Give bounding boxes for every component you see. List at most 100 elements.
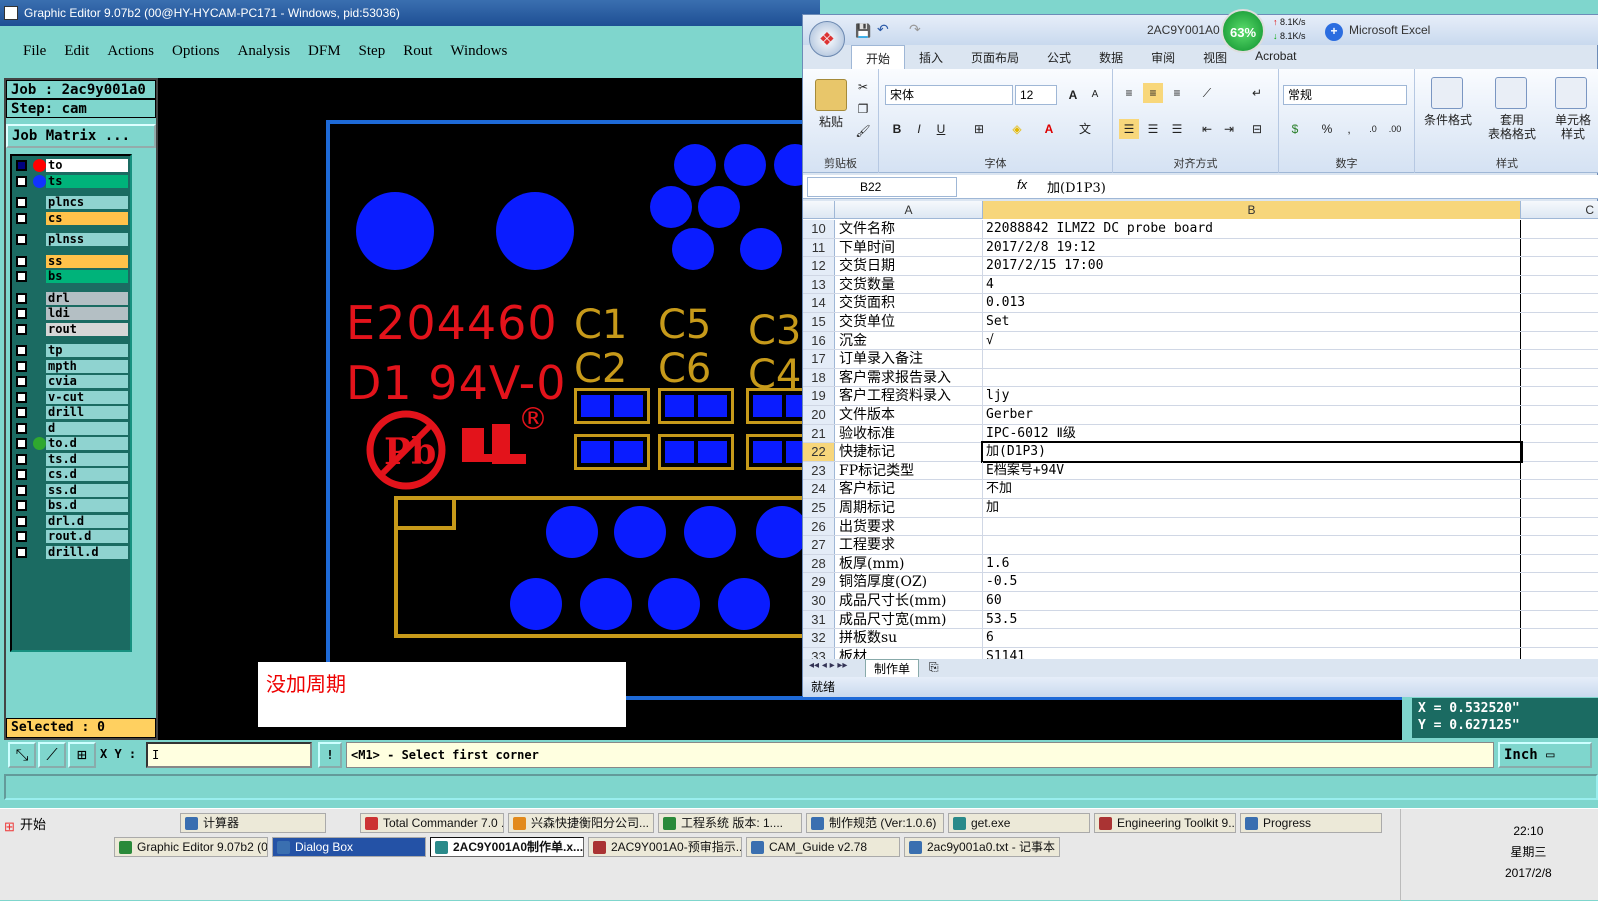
decrease-indent-icon[interactable]: ⇤ <box>1197 119 1217 139</box>
row-header[interactable]: 10 <box>803 220 835 238</box>
tab-home[interactable]: 开始 <box>851 45 906 69</box>
layer-row-drl.d[interactable]: drl.d <box>14 514 128 530</box>
taskbar-button[interactable]: Total Commander 7.0 ... <box>360 813 504 833</box>
layer-row-mpth[interactable]: mpth <box>14 359 128 375</box>
menu-file[interactable]: File <box>14 43 55 60</box>
taskbar-button[interactable]: Engineering Toolkit 9.... <box>1094 813 1236 833</box>
layer-checkbox[interactable] <box>16 255 27 267</box>
layer-row-drill[interactable]: drill <box>14 405 128 421</box>
layer-name[interactable]: bs.d <box>46 499 128 512</box>
tab-acrobat[interactable]: Acrobat <box>1241 45 1310 69</box>
name-box[interactable]: B22 <box>807 177 957 197</box>
menu-dfm[interactable]: DFM <box>299 43 350 60</box>
align-right-icon[interactable]: ☰ <box>1167 119 1187 139</box>
layer-checkbox[interactable] <box>16 308 27 320</box>
layer-name[interactable]: to <box>46 159 128 172</box>
col-header-c[interactable]: C <box>1521 201 1598 219</box>
layer-name[interactable]: plnss <box>46 233 128 246</box>
increase-decimal-icon[interactable]: .0 <box>1363 119 1383 139</box>
cell-b[interactable]: 加(D1P3) <box>981 441 1523 463</box>
cell-a[interactable]: 出货要求 <box>835 517 983 536</box>
layer-name[interactable]: to.d <box>46 437 128 450</box>
layer-checkbox[interactable] <box>16 515 27 527</box>
cell-a[interactable]: 交货面积 <box>835 294 983 312</box>
layer-checkbox[interactable] <box>16 345 27 357</box>
decrease-decimal-icon[interactable]: .00 <box>1385 119 1405 139</box>
row-header[interactable]: 14 <box>803 294 835 312</box>
cell-a[interactable]: 文件名称 <box>835 220 983 238</box>
cell-b[interactable]: IPC-6012 Ⅱ级 <box>983 424 1521 443</box>
layer-checkbox[interactable] <box>16 212 27 224</box>
menu-analysis[interactable]: Analysis <box>229 43 300 60</box>
layer-name[interactable]: tp <box>46 344 128 357</box>
cell-a[interactable]: 工程要求 <box>835 536 983 554</box>
cell-a[interactable]: 快捷标记 <box>835 443 983 461</box>
spreadsheet-grid[interactable]: A B C 10 文件名称 22088842 ILMZ2 DC probe boar… <box>803 201 1598 661</box>
layer-row-drill.d[interactable]: drill.d <box>14 545 128 561</box>
merge-icon[interactable]: ⊟ <box>1247 119 1267 139</box>
layer-row-to[interactable]: to <box>14 158 128 174</box>
taskbar-button[interactable]: 2AC9Y001A0制作单.x... <box>430 837 584 857</box>
layer-checkbox[interactable] <box>16 422 27 434</box>
taskbar-button[interactable]: Graphic Editor 9.07b2 (0... <box>114 837 268 857</box>
cell-a[interactable]: 下单时间 <box>835 238 983 257</box>
row-header[interactable]: 25 <box>803 499 835 517</box>
layer-row-rout.d[interactable]: rout.d <box>14 529 128 545</box>
layer-checkbox[interactable] <box>16 500 27 512</box>
formula-input[interactable]: 加(D1P3) <box>1047 177 1106 196</box>
row-header[interactable]: 31 <box>803 610 835 629</box>
row-header[interactable]: 11 <box>803 238 835 257</box>
layer-name[interactable]: d <box>46 421 128 435</box>
layer-name[interactable]: ts.d <box>46 452 128 466</box>
measure-icon[interactable]: ⟋ <box>38 742 66 768</box>
layer-name[interactable]: cs <box>46 211 128 225</box>
units-selector[interactable]: Inch ▭ <box>1498 742 1592 768</box>
layer-checkbox[interactable] <box>16 360 27 372</box>
currency-icon[interactable]: $ <box>1285 119 1305 139</box>
layer-checkbox[interactable] <box>16 271 27 283</box>
fx-icon[interactable]: fx <box>1017 177 1027 192</box>
layer-name[interactable]: v-cut <box>46 390 128 404</box>
format-painter-icon[interactable]: 🖌 <box>853 121 873 141</box>
increase-indent-icon[interactable]: ⇥ <box>1219 119 1239 139</box>
cell-b[interactable]: 不加 <box>983 480 1521 498</box>
layer-checkbox[interactable] <box>16 407 27 419</box>
copy-icon[interactable]: ❐ <box>853 99 873 119</box>
taskbar-button[interactable]: 兴森快捷衡阳分公司... <box>508 813 654 833</box>
layer-checkbox[interactable] <box>16 323 27 335</box>
tab-page-layout[interactable]: 页面布局 <box>957 45 1033 69</box>
comma-icon[interactable]: , <box>1339 119 1359 139</box>
layer-row-bs[interactable]: bs <box>14 269 128 285</box>
menu-edit[interactable]: Edit <box>55 43 98 60</box>
font-name-select[interactable]: 宋体 <box>885 85 1013 105</box>
cell-a[interactable]: 拼板数su <box>835 629 983 647</box>
tab-formulas[interactable]: 公式 <box>1033 45 1085 69</box>
grow-font-icon[interactable]: A <box>1063 85 1083 105</box>
layer-row-cs.d[interactable]: cs.d <box>14 467 128 483</box>
cell-a[interactable]: 铜箔厚度(OZ) <box>835 573 983 591</box>
tab-view[interactable]: 视图 <box>1189 45 1241 69</box>
cell-b[interactable]: 加 <box>983 499 1521 517</box>
border-icon[interactable]: ⊞ <box>969 119 989 139</box>
align-middle-icon[interactable]: ≡ <box>1143 83 1163 103</box>
taskbar-button[interactable]: CAM_Guide v2.78 <box>746 837 900 857</box>
col-header-b[interactable]: B <box>983 201 1521 219</box>
layer-row-v-cut[interactable]: v-cut <box>14 390 128 406</box>
cell-b[interactable]: √ <box>983 331 1521 350</box>
row-header[interactable]: 20 <box>803 406 835 424</box>
number-format-select[interactable]: 常规 <box>1283 85 1407 105</box>
layer-name[interactable]: ss.d <box>46 483 128 497</box>
layer-row-bs.d[interactable]: bs.d <box>14 498 128 514</box>
layer-name[interactable]: plncs <box>46 196 128 209</box>
cell-b[interactable]: 2017/2/8 19:12 <box>983 238 1521 257</box>
layer-checkbox[interactable] <box>16 160 27 172</box>
clock[interactable]: 22:10 星期三 2017/2/8 <box>1505 821 1552 884</box>
layer-row-rout[interactable]: rout <box>14 322 128 338</box>
layer-name[interactable]: rout.d <box>46 530 128 543</box>
exclaim-button[interactable]: ! <box>318 742 342 768</box>
tab-review[interactable]: 审阅 <box>1137 45 1189 69</box>
layer-checkbox[interactable] <box>16 292 27 304</box>
underline-icon[interactable]: U <box>931 119 951 139</box>
layer-row-plncs[interactable]: plncs <box>14 195 128 211</box>
row-header[interactable]: 27 <box>803 536 835 554</box>
